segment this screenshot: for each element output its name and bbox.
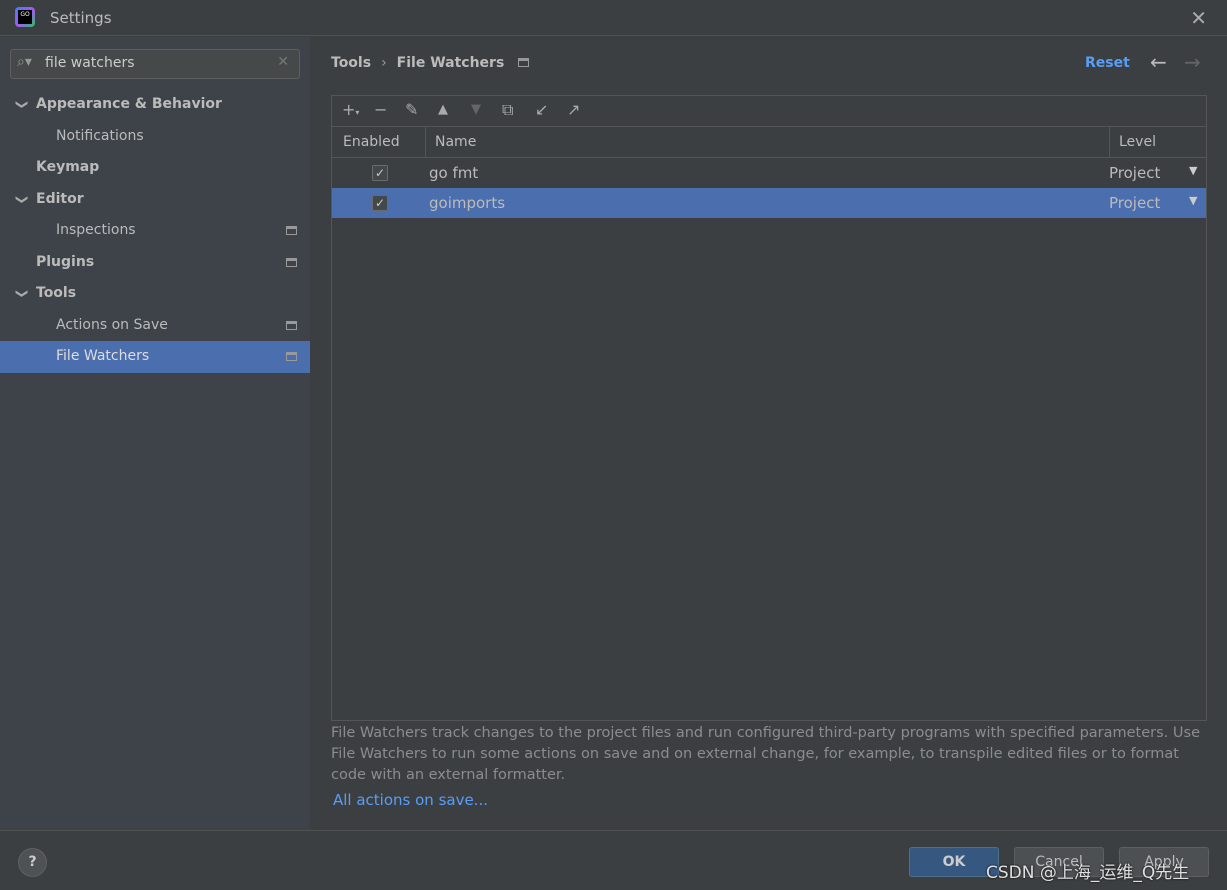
breadcrumb-separator: › [381, 55, 387, 71]
column-divider [1109, 127, 1110, 158]
sidebar-item-label: Tools [36, 285, 77, 301]
back-arrow-icon[interactable]: ← [1150, 50, 1167, 74]
chevron-down-icon[interactable]: ❯ [7, 288, 38, 298]
project-icon [286, 320, 297, 330]
column-name[interactable]: Name [435, 134, 476, 150]
sidebar-item-plugins[interactable]: Plugins [0, 247, 310, 279]
watcher-name: go fmt [429, 164, 479, 182]
sidebar-item-tools[interactable]: ❯ Tools [0, 278, 310, 310]
dropdown-arrow-icon[interactable]: ▼ [1189, 194, 1197, 207]
file-watchers-table: +▾ − ✎ ▲ ▼ ⧉ ↙ ↗ Enabled Name Level ✓ go… [331, 95, 1207, 721]
window-title: Settings [50, 9, 112, 27]
search-value[interactable]: file watchers [45, 55, 135, 71]
project-icon [286, 257, 297, 267]
table-toolbar: +▾ − ✎ ▲ ▼ ⧉ ↙ ↗ [332, 96, 1206, 127]
column-enabled[interactable]: Enabled [343, 134, 400, 150]
watcher-level[interactable]: Project [1109, 164, 1160, 182]
search-input[interactable]: ⌕▾ file watchers ✕ [10, 49, 300, 79]
help-button[interactable]: ? [18, 848, 47, 877]
sidebar-item-appearance-behavior[interactable]: ❯ Appearance & Behavior [0, 89, 310, 121]
reset-button[interactable]: Reset [1085, 55, 1130, 71]
import-icon[interactable]: ↙ [535, 100, 548, 119]
edit-pencil-icon[interactable]: ✎ [405, 100, 418, 119]
sidebar-item-label: File Watchers [56, 348, 150, 364]
goland-logo-icon: GO [15, 7, 35, 27]
table-header: Enabled Name Level [332, 127, 1206, 158]
sidebar-item-label: Actions on Save [56, 316, 168, 333]
settings-tree: ❯ Appearance & Behavior Notifications Keyma… [0, 89, 310, 373]
project-icon [518, 58, 530, 67]
all-actions-on-save-link[interactable]: All actions on save... [333, 791, 488, 809]
breadcrumb: Tools › File Watchers [331, 55, 530, 71]
watcher-level[interactable]: Project [1109, 194, 1160, 212]
sidebar-item-label: Inspections [56, 222, 136, 238]
sidebar-item-label: Notifications [56, 127, 144, 144]
breadcrumb-tools[interactable]: Tools [331, 55, 371, 71]
sidebar-item-label: Keymap [36, 159, 100, 175]
clear-icon[interactable]: ✕ [277, 54, 289, 70]
remove-icon[interactable]: − [374, 100, 387, 119]
add-icon[interactable]: +▾ [342, 100, 359, 119]
project-icon [286, 226, 297, 235]
search-icon: ⌕▾ [17, 54, 32, 70]
sidebar-item-label: Editor [36, 190, 84, 207]
sidebar-item-inspections[interactable]: Inspections [0, 215, 310, 247]
column-level[interactable]: Level [1119, 134, 1156, 150]
sidebar-item-label: Appearance & Behavior [36, 96, 222, 112]
copy-icon[interactable]: ⧉ [502, 100, 513, 120]
sidebar-item-file-watchers[interactable]: File Watchers [0, 341, 310, 373]
watermark: CSDN @上海_运维_Q先生 [986, 863, 1190, 883]
table-row[interactable]: ✓ goimports Project ▼ [332, 188, 1206, 218]
column-divider [425, 127, 426, 158]
enabled-checkbox[interactable]: ✓ [372, 165, 388, 181]
description-text: File Watchers track changes to the proje… [331, 725, 1200, 783]
move-down-icon[interactable]: ▼ [471, 102, 481, 117]
title-bar: GO Settings ✕ [0, 0, 1227, 36]
project-icon [286, 352, 297, 361]
watcher-name: goimports [429, 194, 506, 212]
main-panel: Tools › File Watchers Reset ← → +▾ − ✎ ▲ ▼… [310, 37, 1227, 830]
breadcrumb-current: File Watchers [396, 55, 505, 71]
sidebar-item-label: Plugins [36, 253, 95, 270]
table-row[interactable]: ✓ go fmt Project ▼ [332, 158, 1206, 188]
enabled-checkbox[interactable]: ✓ [372, 195, 388, 211]
chevron-down-icon[interactable]: ❯ [7, 194, 38, 204]
forward-arrow-icon[interactable]: → [1184, 50, 1201, 74]
sidebar-item-editor[interactable]: ❯ Editor [0, 184, 310, 216]
close-icon[interactable]: ✕ [1190, 6, 1207, 30]
sidebar: ⌕▾ file watchers ✕ ❯ Appearance & Behavio… [0, 37, 310, 830]
sidebar-item-keymap[interactable]: Keymap [0, 152, 310, 184]
export-icon[interactable]: ↗ [567, 100, 580, 119]
chevron-down-icon[interactable]: ❯ [7, 99, 38, 109]
move-up-icon[interactable]: ▲ [438, 102, 448, 117]
sidebar-item-notifications[interactable]: Notifications [0, 121, 310, 153]
sidebar-item-actions-on-save[interactable]: Actions on Save [0, 310, 310, 342]
dropdown-arrow-icon[interactable]: ▼ [1189, 164, 1197, 177]
